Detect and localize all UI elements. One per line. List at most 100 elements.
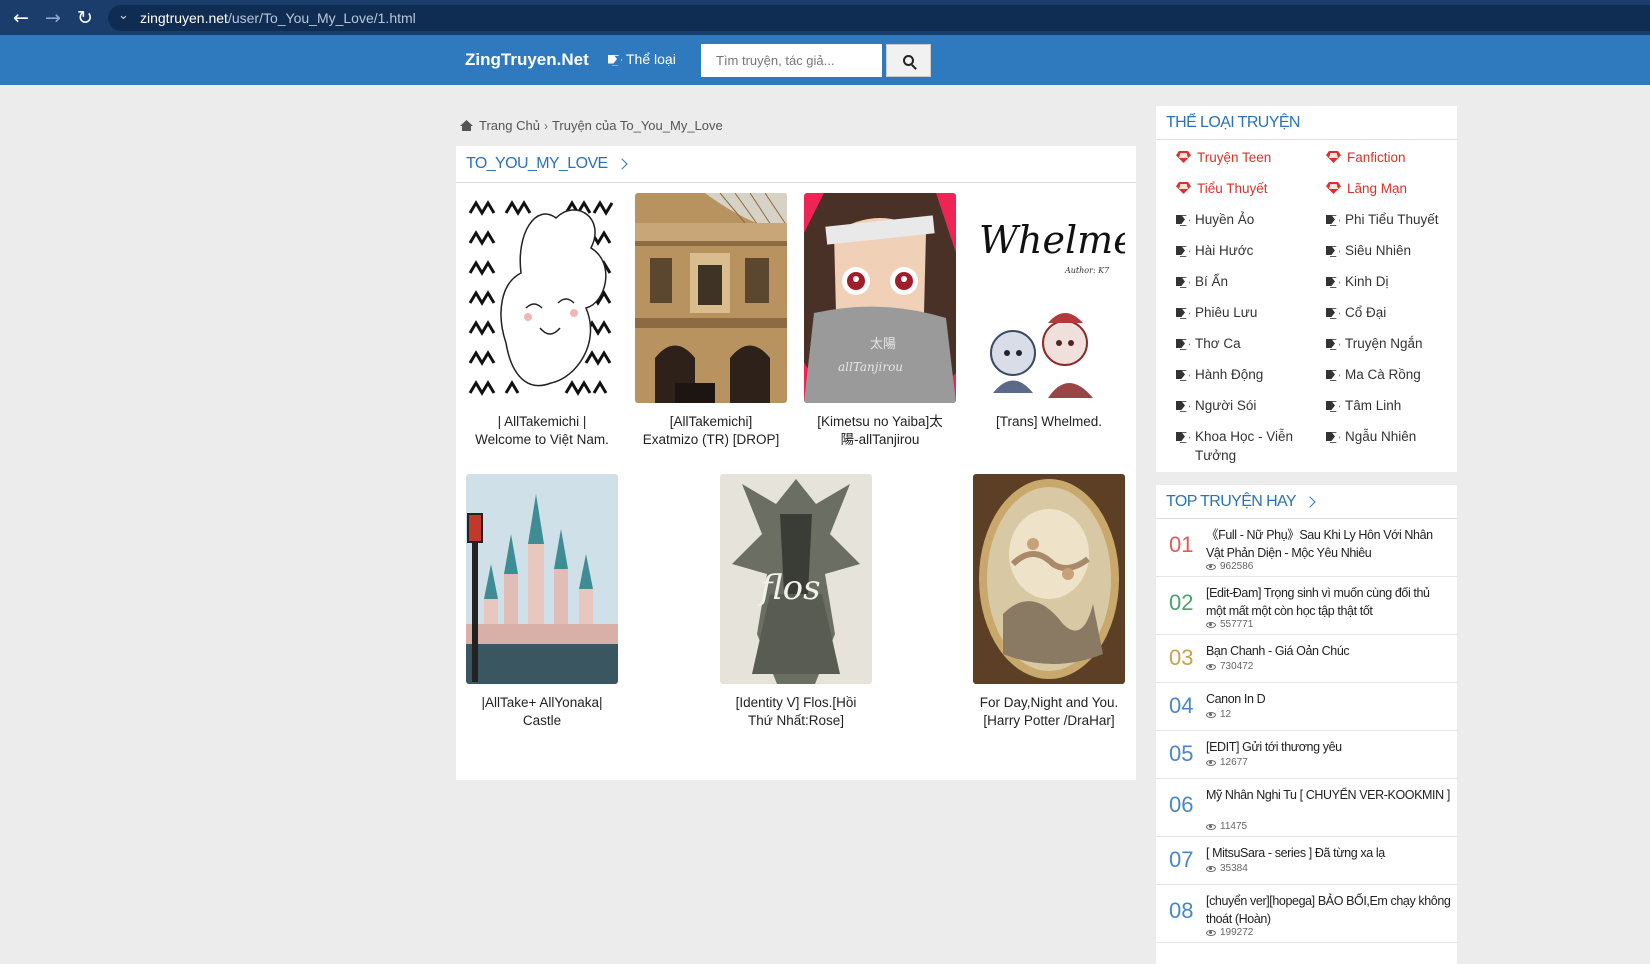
view-count: 12 (1206, 709, 1231, 720)
top-story-title[interactable]: [Edit-Đam] Trọng sinh vì muốn cùng đối t… (1206, 584, 1451, 620)
genre-menu-link[interactable]: Thể loại (608, 51, 676, 67)
genre-item-fanfiction[interactable]: Fanfiction (1326, 148, 1461, 167)
genre-label: Huyền Ảo (1195, 212, 1255, 227)
rank-number: 07 (1169, 847, 1194, 872)
genre-item-tho-ca[interactable]: Thơ Ca (1176, 334, 1311, 353)
top-story-item[interactable]: 05 [EDIT] Gửi tới thương yêu 12677 (1156, 731, 1457, 779)
story-cover[interactable]: 太陽 allTanjirou (804, 193, 956, 403)
top-story-title[interactable]: Canon In D (1206, 690, 1451, 708)
genre-item-phi-tieu-thuyet[interactable]: Phi Tiểu Thuyết (1326, 210, 1461, 229)
genre-item-truyen-teen[interactable]: Truyện Teen (1176, 148, 1311, 167)
genre-label: Siêu Nhiên (1345, 243, 1412, 258)
story-card[interactable]: For Day,Night and You.[Harry Potter /Dra… (973, 474, 1125, 730)
genre-item-ngau-nhien[interactable]: Ngẫu Nhiên (1326, 427, 1461, 446)
search-button[interactable] (886, 44, 931, 77)
reload-icon[interactable]: ↻ (74, 7, 96, 29)
chevron-right-icon[interactable] (1304, 495, 1316, 508)
genre-item-co-dai[interactable]: Cổ Đại (1326, 303, 1461, 322)
genre-item-hanh-dong[interactable]: Hành Động (1176, 365, 1311, 384)
chevron-right-icon[interactable] (615, 158, 628, 170)
story-card[interactable]: Whelmed Author: K7 [Trans] Whelmed. (973, 193, 1125, 431)
breadcrumb-home-link[interactable]: Trang Chủ (479, 118, 540, 133)
story-card[interactable]: flos [Identity V] Flos.[Hồi Thứ Nhất:Ros… (720, 474, 872, 730)
search-input[interactable] (701, 44, 882, 77)
story-cover[interactable] (973, 474, 1125, 684)
story-card[interactable]: |AllTake+ AllYonaka| Castle (466, 474, 618, 730)
story-title[interactable]: For Day,Night and You.[Harry Potter /Dra… (973, 694, 1125, 730)
tags-icon (1326, 431, 1339, 442)
top-story-title[interactable]: [chuyển ver][hopega] BẢO BỐI,Em chạy khô… (1206, 892, 1451, 928)
genre-item-hai-huoc[interactable]: Hài Hước (1176, 241, 1311, 260)
site-logo-link[interactable]: ZingTruyen.Net (465, 50, 589, 70)
view-count: 199272 (1206, 927, 1253, 938)
tags-icon (1176, 214, 1189, 225)
address-bar[interactable]: ⌄ zingtruyen.net/user/To_You_My_Love/1.h… (108, 5, 1650, 31)
story-title[interactable]: [Kimetsu no Yaiba]太陽-allTanjirou (804, 413, 956, 449)
rank-number: 01 (1169, 532, 1194, 557)
rank-number: 03 (1169, 645, 1194, 670)
rank-number: 02 (1169, 590, 1194, 615)
url-path: /user/To_You_My_Love/1.html (227, 10, 416, 26)
genre-label: Kinh Dị (1345, 274, 1389, 289)
view-count-value: 199272 (1220, 927, 1254, 938)
story-cover[interactable]: flos (720, 474, 872, 684)
story-title[interactable]: |AllTake+ AllYonaka| Castle (466, 694, 618, 730)
forward-arrow-icon[interactable]: → (42, 7, 64, 29)
top-story-title[interactable]: Mỹ Nhân Nghi Tu [ CHUYỂN VER-KOOKMIN ] (1206, 786, 1451, 804)
tags-icon (1176, 307, 1189, 318)
section-header: TO_YOU_MY_LOVE (456, 146, 1136, 183)
breadcrumb-current-link[interactable]: Truyện của To_You_My_Love (552, 118, 723, 133)
genre-item-nguoi-soi[interactable]: Người Sói (1176, 396, 1311, 415)
top-story-item[interactable]: 01 《Full - Nữ Phụ》Sau Khi Ly Hôn Với Nhâ… (1156, 519, 1457, 577)
genre-item-ma-ca-rong[interactable]: Ma Cà Rồng (1326, 365, 1461, 384)
story-cover[interactable] (466, 193, 618, 403)
genre-item-kinh-di[interactable]: Kinh Dị (1326, 272, 1461, 291)
eye-icon (1206, 823, 1216, 830)
view-count-value: 11475 (1220, 821, 1248, 832)
genre-label: Cổ Đại (1345, 305, 1387, 320)
genre-item-huyen-ao[interactable]: Huyền Ảo (1176, 210, 1311, 229)
breadcrumb-separator-icon: › (543, 118, 548, 133)
story-card[interactable]: | AllTakemichi | Welcome to Việt Nam. (466, 193, 618, 449)
genre-item-sieu-nhien[interactable]: Siêu Nhiên (1326, 241, 1461, 260)
tags-icon (1326, 400, 1339, 411)
top-story-title[interactable]: [EDIT] Gửi tới thương yêu (1206, 738, 1451, 756)
top-story-title[interactable]: Bạn Chanh - Giá Oản Chúc (1206, 642, 1451, 660)
top-story-item[interactable]: 08 [chuyển ver][hopega] BẢO BỐI,Em chạy … (1156, 885, 1457, 943)
genre-item-truyen-ngan[interactable]: Truyện Ngắn (1326, 334, 1461, 353)
tags-icon (1326, 214, 1339, 225)
top-story-item[interactable]: 04 Canon In D 12 (1156, 683, 1457, 731)
story-title[interactable]: [Identity V] Flos.[Hồi Thứ Nhất:Rose] (720, 694, 872, 730)
top-story-item[interactable]: 03 Bạn Chanh - Giá Oản Chúc 730472 (1156, 635, 1457, 683)
section-title-link[interactable]: TO_YOU_MY_LOVE (466, 155, 608, 173)
top-story-item[interactable]: 06 Mỹ Nhân Nghi Tu [ CHUYỂN VER-KOOKMIN … (1156, 779, 1457, 837)
cover-whelmed-author-text: Author: K7 (1064, 266, 1110, 275)
site-info-chevron-icon[interactable]: ⌄ (118, 8, 129, 23)
eye-icon (1206, 759, 1216, 766)
top-story-title[interactable]: [ MitsuSara - series ] Đã từng xa lạ (1206, 844, 1451, 862)
tags-icon (1176, 400, 1189, 411)
cover-kimetsu-sun-text: 太陽 (870, 337, 896, 352)
genre-item-khoa-hoc-vien-tuong[interactable]: Khoa Học - Viễn Tưởng (1176, 427, 1311, 465)
story-cover[interactable] (466, 474, 618, 684)
story-title[interactable]: [Trans] Whelmed. (973, 413, 1125, 431)
story-title[interactable]: | AllTakemichi | Welcome to Việt Nam. (466, 413, 618, 449)
top-story-title[interactable]: 《Full - Nữ Phụ》Sau Khi Ly Hôn Với Nhân V… (1206, 526, 1451, 562)
top-story-item[interactable]: 02 [Edit-Đam] Trọng sinh vì muốn cùng đố… (1156, 577, 1457, 635)
top-stories-title-link[interactable]: TOP TRUYỆN HAY (1166, 493, 1297, 511)
genre-item-bi-an[interactable]: Bí Ẩn (1176, 272, 1311, 291)
story-cover[interactable]: Whelmed Author: K7 (973, 193, 1125, 403)
story-title[interactable]: [AllTakemichi] Exatmizo (TR) [DROP] (635, 413, 787, 449)
top-story-item[interactable]: 07 [ MitsuSara - series ] Đã từng xa lạ … (1156, 837, 1457, 885)
story-cover[interactable] (635, 193, 787, 403)
back-arrow-icon[interactable]: ← (10, 7, 32, 29)
story-card[interactable]: 太陽 allTanjirou [Kimetsu no Yaiba]太陽-allT… (804, 193, 956, 449)
cover-image-whelmed: Whelmed Author: K7 (973, 193, 1125, 403)
home-icon (460, 120, 473, 131)
genre-item-tieu-thuyet[interactable]: Tiểu Thuyết (1176, 179, 1311, 198)
genre-item-lang-man[interactable]: Lãng Mạn (1326, 179, 1461, 198)
genre-item-tam-linh[interactable]: Tâm Linh (1326, 396, 1461, 415)
story-card[interactable]: [AllTakemichi] Exatmizo (TR) [DROP] (635, 193, 787, 449)
genre-item-phieu-luu[interactable]: Phiêu Lưu (1176, 303, 1311, 322)
cover-image-castle (466, 474, 618, 684)
